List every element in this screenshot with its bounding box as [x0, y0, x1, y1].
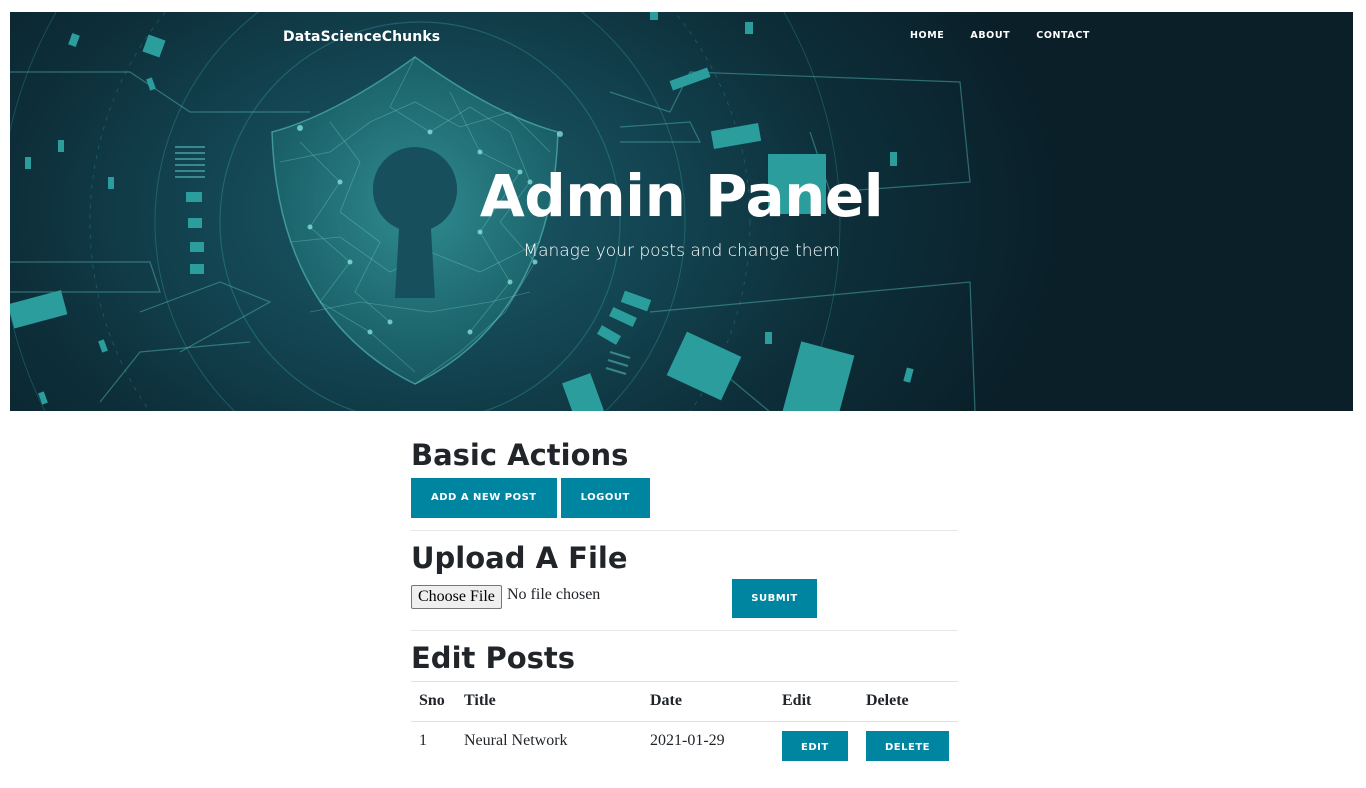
table-row: 1 Neural Network 2021-01-29 EDIT DELETE	[411, 721, 958, 771]
brand-logo[interactable]: DataScienceChunks	[283, 29, 440, 45]
column-header-delete: Delete	[858, 680, 958, 722]
column-header-date: Date	[642, 680, 774, 722]
post-sno: 1	[419, 731, 427, 749]
upload-form: Choose File No file chosen SUBMIT	[411, 578, 958, 619]
admin-content: Basic Actions ADD A NEW POST LOGOUT Uplo…	[411, 438, 958, 771]
file-status-text: No file chosen	[507, 585, 601, 603]
submit-button[interactable]: SUBMIT	[732, 578, 817, 618]
edit-posts-section: Edit Posts Sno Title Date Edit Delete 1 …	[411, 640, 958, 771]
add-new-post-button[interactable]: ADD A NEW POST	[411, 477, 557, 518]
edit-posts-title: Edit Posts	[411, 640, 576, 675]
basic-actions-title: Basic Actions	[411, 438, 629, 472]
column-header-sno: Sno	[411, 680, 456, 722]
choose-file-button[interactable]: Choose File	[411, 584, 502, 609]
upload-section: Upload A File Choose File No file chosen…	[411, 540, 958, 619]
nav-about-link[interactable]: ABOUT	[970, 30, 1010, 41]
delete-post-button[interactable]: DELETE	[866, 730, 949, 761]
posts-table: Sno Title Date Edit Delete 1 Neural Netw…	[411, 680, 958, 771]
nav-home-link[interactable]: HOME	[910, 30, 944, 41]
page-title: Admin Panel	[479, 162, 884, 230]
table-header-row: Sno Title Date Edit Delete	[411, 680, 958, 722]
post-edit-cell: EDIT	[774, 721, 858, 771]
basic-actions-buttons: ADD A NEW POST LOGOUT	[411, 477, 958, 518]
upload-title: Upload A File	[411, 540, 628, 575]
divider	[411, 529, 958, 531]
post-date: 2021-01-29	[650, 731, 725, 749]
post-delete-cell: DELETE	[858, 721, 958, 771]
basic-actions-section: Basic Actions ADD A NEW POST LOGOUT	[411, 438, 958, 518]
column-header-title: Title	[456, 680, 642, 722]
main-nav: HOME ABOUT CONTACT	[910, 30, 1116, 41]
column-header-edit: Edit	[774, 680, 858, 722]
hero-banner: DataScienceChunks HOME ABOUT CONTACT Adm…	[10, 12, 1353, 411]
logout-button[interactable]: LOGOUT	[560, 477, 650, 518]
page-subtitle: Manage your posts and change them	[523, 241, 840, 261]
edit-post-button[interactable]: EDIT	[782, 730, 848, 761]
post-title: Neural Network	[464, 731, 568, 749]
nav-contact-link[interactable]: CONTACT	[1036, 30, 1090, 41]
divider	[411, 629, 958, 631]
